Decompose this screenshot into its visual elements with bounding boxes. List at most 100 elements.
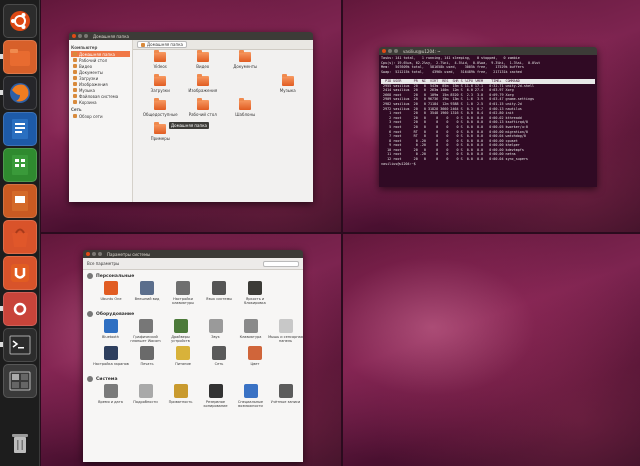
workspace-3[interactable]: Параметры системы Все параметры Персонал… [41,234,341,466]
workspace-2[interactable]: vasilius@u1204: ~ Tasks: 141 total, 1 ru… [343,0,640,232]
minimize-icon[interactable] [78,34,82,38]
sidebar-item-label: Домашняя папка [79,51,115,57]
settings-item[interactable]: Bluetooth [93,319,128,346]
settings-item[interactable]: Цвет [237,346,273,373]
settings-item[interactable]: Питание [165,346,201,373]
folder-item[interactable]: Видео [182,50,225,76]
folder-icon [73,114,77,118]
launcher-firefox-button[interactable] [3,76,37,110]
terminal-window[interactable]: vasilius@u1204: ~ Tasks: 141 total, 1 ru… [379,47,597,187]
launcher-workspace-switcher-button[interactable] [3,364,37,398]
launcher-terminal-button[interactable] [3,328,37,362]
terminal-output[interactable]: Tasks: 141 total, 1 running, 141 sleepin… [379,55,597,187]
settings-titlebar[interactable]: Параметры системы [83,250,303,258]
launcher-libreoffice-calc-button[interactable] [3,148,37,182]
tooltip: Домашняя папка [169,122,209,129]
settings-item[interactable]: Язык системы [201,281,237,308]
settings-item[interactable]: Подробности [128,384,163,411]
settings-item[interactable]: Графический планшет Wacom [128,319,163,346]
close-icon[interactable] [382,49,386,53]
folder-icon [196,98,209,110]
launcher-libreoffice-impress-button[interactable] [3,184,37,218]
folder-item[interactable]: Шаблоны [224,98,267,124]
settings-item[interactable]: Яркость и блокировка [237,281,273,308]
section-title: Система [96,376,118,382]
settings-title: Параметры системы [107,251,151,257]
settings-item-label: Сеть [214,362,224,366]
sidebar-header: Сеть [71,107,82,112]
workspace-4[interactable] [343,234,640,466]
launcher-libreoffice-writer-button[interactable] [3,112,37,146]
settings-item[interactable]: Внешний вид [129,281,165,308]
settings-item[interactable]: Клавиатура [233,319,268,346]
firefox-icon [8,81,32,105]
maximize-icon[interactable] [98,252,102,256]
folder-icon [73,82,77,86]
folder-item[interactable]: Загрузки [139,74,182,100]
workspace-switcher-icon [8,369,32,393]
sidebar-item-label: Файловая система [79,93,119,99]
sidebar-item-label: Загрузки [79,75,99,81]
maximize-icon[interactable] [84,34,88,38]
all-settings-button[interactable]: Все параметры [87,261,119,266]
launcher-ubuntu-one-button[interactable] [3,256,37,290]
software-center-icon [8,225,32,249]
workspace-1[interactable]: Домашняя папка Домашняя папка Компьютер Д… [41,0,341,232]
folder-icon [239,98,252,110]
users-icon [278,384,293,398]
settings-item[interactable]: Резервное копирование [198,384,233,411]
settings-item[interactable]: Печать [129,346,165,373]
search-input[interactable] [263,260,299,267]
folder-item[interactable]: Общедоступные [139,98,182,124]
settings-item[interactable]: Настройки клавиатуры [165,281,201,308]
section-title: Оборудование [96,311,135,317]
settings-item[interactable]: Настройка экранов [93,346,129,373]
launcher-home-folder-button[interactable] [3,40,37,74]
libreoffice-writer-icon [8,117,32,141]
settings-item[interactable]: Приватность [163,384,198,411]
file-manager-sidebar: Компьютер Домашняя папка Рабочий стол Видео… [69,40,133,202]
sidebar-item[interactable]: Корзина [71,99,130,105]
ubuntu-one-icon [104,281,118,295]
close-icon[interactable] [72,34,76,38]
close-icon[interactable] [86,252,90,256]
folder-item[interactable]: Изображения [182,74,225,100]
system-settings-window[interactable]: Параметры системы Все параметры Персонал… [83,250,303,462]
folder-item[interactable]: Музыка [267,74,310,100]
settings-item[interactable]: Ubuntu One [93,281,129,308]
settings-row: Ubuntu One Внешний вид Настройки клавиатур… [83,281,303,308]
minimize-icon[interactable] [388,49,392,53]
home-folder-icon [8,45,32,69]
settings-item[interactable]: Сеть [201,346,237,373]
settings-item[interactable]: Мышь и сенсорная панель [268,319,303,346]
launcher-ubuntu-logo-button[interactable] [3,4,37,38]
folder-item[interactable]: Рабочий стол [182,98,225,124]
folder-item[interactable]: Videos [139,50,182,76]
sidebar-item-label: Видео [79,63,93,69]
section-icon [87,273,93,279]
settings-item[interactable]: Драйверы устройств [163,319,198,346]
breadcrumb[interactable]: Домашняя папка [137,41,187,48]
settings-item-label: Яркость и блокировка [244,297,266,305]
file-manager-window[interactable]: Домашняя папка Домашняя папка Компьютер Д… [69,32,313,202]
launcher-system-settings-button[interactable] [3,292,37,326]
sidebar-item[interactable]: Обзор сети [71,113,130,119]
settings-item[interactable]: Специальные возможности [233,384,268,411]
launcher-trash-button[interactable] [3,426,37,460]
sidebar-header: Компьютер [71,45,98,50]
maximize-icon[interactable] [394,49,398,53]
minimize-icon[interactable] [92,252,96,256]
settings-item[interactable]: Звук [198,319,233,346]
settings-item-label: Ubuntu One [100,297,122,301]
file-grid: Videos Видео Документы Загрузки Изображения М… [139,50,310,198]
folder-label: Рабочий стол [188,112,217,117]
terminal-titlebar[interactable]: vasilius@u1204: ~ [379,47,597,55]
file-manager-titlebar[interactable]: Домашняя папка [69,32,313,40]
settings-item[interactable]: Учётные записи [268,384,303,411]
folder-icon [73,100,77,104]
grid-spacer [267,100,310,124]
launcher-software-center-button[interactable] [3,220,37,254]
settings-item[interactable]: Время и дата [93,384,128,411]
keyboard-icon [176,281,190,295]
folder-item[interactable]: Документы [224,50,267,76]
